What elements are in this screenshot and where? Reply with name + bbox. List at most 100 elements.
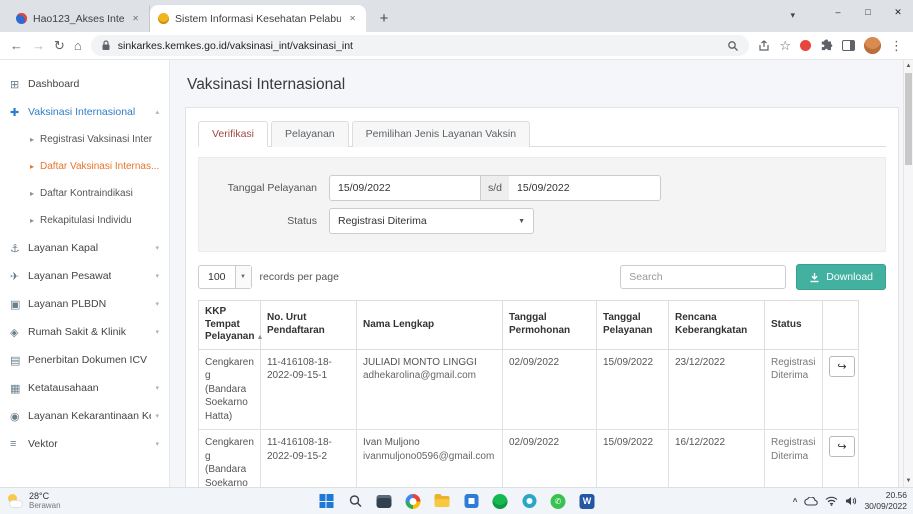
app-icon-dark[interactable] (373, 490, 395, 512)
profile-avatar[interactable] (864, 37, 881, 54)
cell-tgl-pelayanan: 15/09/2022 (596, 429, 669, 487)
extension-red-icon[interactable] (800, 40, 811, 51)
column-header-no-urut[interactable]: No. Urut Pendaftaran (260, 300, 357, 350)
zoom-icon[interactable] (727, 40, 739, 52)
reload-button[interactable]: ↻ (54, 39, 65, 52)
tab-pelayanan[interactable]: Pelayanan (271, 121, 349, 147)
sidebar-item-penerbitan-dokumen-icv[interactable]: ▤ Penerbitan Dokumen ICV (0, 346, 169, 374)
browser-tab-strip: Hao123_Akses Internet Aman dan N ✕ Siste… (0, 0, 913, 32)
sidebar-subitem-registrasi-vaksinasi[interactable]: ▸ Registrasi Vaksinasi Inter (0, 126, 169, 153)
chevron-down-icon: ▾ (155, 441, 159, 448)
download-button[interactable]: Download (796, 264, 886, 290)
cell-email: ivanmuljono0596@gmail.com (363, 450, 495, 462)
column-header-status[interactable]: Status (764, 300, 823, 350)
dashboard-icon: ⊞ (10, 78, 20, 91)
sidebar-item-ketatausahaan[interactable]: ▦ Ketatausahaan ▾ (0, 374, 169, 402)
forward-button[interactable]: → (32, 39, 45, 52)
page-size-select[interactable]: 100 ▼ (198, 265, 252, 289)
windows-taskbar: 28°C Berawan ✆ W ^ 20.56 30/09/2022 (0, 487, 913, 514)
taskbar-weather-widget[interactable]: 28°C Berawan (6, 491, 61, 510)
edge-browser-button[interactable] (518, 490, 540, 512)
browser-toolbar: ← → ↻ ⌂ sinkarkes.kemkes.go.id/vaksinasi… (0, 32, 913, 60)
row-forward-button[interactable]: ↪ (829, 355, 855, 377)
app-icon-green[interactable] (489, 490, 511, 512)
column-header-tgl-permohonan[interactable]: Tanggal Permohonan (502, 300, 597, 350)
window-minimize-button[interactable]: – (823, 0, 853, 22)
taskbar-clock[interactable]: 20.56 30/09/2022 (864, 490, 907, 511)
onedrive-cloud-icon[interactable] (804, 496, 819, 506)
sidebar-item-rumah-sakit-klinik[interactable]: ◈ Rumah Sakit & Klinik ▾ (0, 318, 169, 346)
sidebar-item-vaksinasi-internasional[interactable]: ✚ Vaksinasi Internasional ▴ (0, 98, 169, 126)
chevron-down-icon: ▾ (155, 245, 159, 252)
chevron-down-icon: ▼ (518, 217, 525, 225)
chevron-down-icon: ▾ (155, 385, 159, 392)
back-button[interactable]: ← (10, 39, 23, 52)
start-button[interactable] (315, 490, 337, 512)
column-header-nama[interactable]: Nama Lengkap (356, 300, 503, 350)
volume-icon[interactable] (845, 496, 857, 506)
cell-nama: JULIADI MONTO LINGGI adhekarolina@gmail.… (356, 348, 503, 430)
sidebar-item-vektor[interactable]: ≡ Vektor ▾ (0, 430, 169, 458)
bookmark-star-icon[interactable]: ☆ (779, 39, 791, 52)
vertical-scrollbar[interactable]: ▲ ▼ (903, 60, 913, 487)
sidebar-subitem-daftar-vaksinasi[interactable]: ▸ Daftar Vaksinasi Internas... (0, 153, 169, 180)
sidebar-item-layanan-kekarantinaan[interactable]: ◉ Layanan Kekarantinaan Keseh... ▾ (0, 402, 169, 430)
browser-tab-hao123[interactable]: Hao123_Akses Internet Aman dan N ✕ (8, 5, 150, 32)
caret-right-icon: ▸ (30, 189, 35, 198)
window-maximize-button[interactable]: □ (853, 0, 883, 22)
tab-close-icon[interactable]: ✕ (130, 12, 141, 25)
cell-rencana: 23/12/2022 (668, 348, 765, 430)
hao123-favicon-icon (16, 13, 27, 24)
browser-tab-sinkarkes[interactable]: Sistem Informasi Kesehatan Pelabuh ✕ (150, 5, 366, 32)
new-tab-button[interactable]: + (372, 6, 396, 30)
column-header-kkp[interactable]: KKP Tempat Pelayanan ▲ (198, 300, 263, 350)
tab-close-icon[interactable]: ✕ (347, 12, 358, 25)
green-circle-app-icon (492, 493, 508, 509)
browser-menu-icon[interactable]: ⋮ (890, 39, 903, 52)
cell-kkp: Cengkareng (Bandara Soekarno Hatta) (198, 429, 261, 487)
wifi-icon[interactable] (825, 496, 838, 506)
search-input[interactable] (620, 265, 787, 289)
side-panel-icon[interactable] (842, 40, 855, 51)
sidebar-subitem-rekapitulasi-individu[interactable]: ▸ Rekapitulasi Individu (0, 207, 169, 234)
tab-search-chevron-icon[interactable]: ▾ (790, 0, 805, 21)
cell-no-urut: 11-416108-18-2022-09-15-1 (260, 348, 357, 430)
taskbar-search-button[interactable] (344, 490, 366, 512)
window-close-button[interactable]: ✕ (883, 0, 913, 22)
sidebar-item-layanan-kapal[interactable]: ⚓ Layanan Kapal ▾ (0, 234, 169, 262)
scrollbar-thumb[interactable] (905, 73, 912, 165)
home-button[interactable]: ⌂ (74, 39, 82, 52)
browser-app-icon[interactable] (402, 490, 424, 512)
chevron-down-icon: ▾ (155, 329, 159, 336)
app-icon-blue-window[interactable] (460, 490, 482, 512)
chevron-down-icon: ▼ (234, 266, 251, 288)
table-header-row: KKP Tempat Pelayanan ▲ No. Urut Pendaftar… (198, 300, 859, 350)
table-controls: 100 ▼ records per page Download (198, 264, 886, 290)
tab-verifikasi[interactable]: Verifikasi (198, 121, 269, 147)
status-select[interactable]: Registrasi Diterima ▼ (329, 208, 534, 234)
whatsapp-button[interactable]: ✆ (547, 490, 569, 512)
column-header-tgl-pelayanan[interactable]: Tanggal Pelayanan (596, 300, 669, 350)
vaccination-person-icon: ✚ (10, 106, 20, 119)
lock-icon (102, 40, 110, 50)
sidebar-item-layanan-pesawat[interactable]: ✈ Layanan Pesawat ▾ (0, 262, 169, 290)
word-button[interactable]: W (576, 490, 598, 512)
scroll-up-icon[interactable]: ▲ (904, 60, 913, 72)
sidebar-item-dashboard[interactable]: ⊞ Dashboard (0, 70, 169, 98)
address-bar[interactable]: sinkarkes.kemkes.go.id/vaksinasi_int/vak… (90, 35, 750, 56)
extensions-puzzle-icon[interactable] (820, 39, 833, 52)
scroll-down-icon[interactable]: ▼ (904, 475, 913, 487)
sidebar-subitem-daftar-kontraindikasi[interactable]: ▸ Daftar Kontraindikasi (0, 180, 169, 207)
file-explorer-button[interactable] (431, 490, 453, 512)
share-icon[interactable] (758, 39, 770, 52)
date-to-input[interactable] (509, 175, 662, 201)
hidden-icons-chevron-icon[interactable]: ^ (793, 497, 798, 506)
window-controls: ▾ – □ ✕ (790, 0, 913, 32)
people-icon: ◉ (10, 410, 20, 423)
date-from-input[interactable] (329, 175, 481, 201)
tab-pemilihan-jenis-layanan-vaksin[interactable]: Pemilihan Jenis Layanan Vaksin (351, 121, 531, 147)
row-forward-button[interactable]: ↪ (829, 436, 855, 457)
chevron-down-icon: ▾ (155, 413, 159, 420)
sidebar-item-layanan-plbdn[interactable]: ▣ Layanan PLBDN ▾ (0, 290, 169, 318)
column-header-rencana[interactable]: Rencana Keberangkatan (668, 300, 765, 350)
